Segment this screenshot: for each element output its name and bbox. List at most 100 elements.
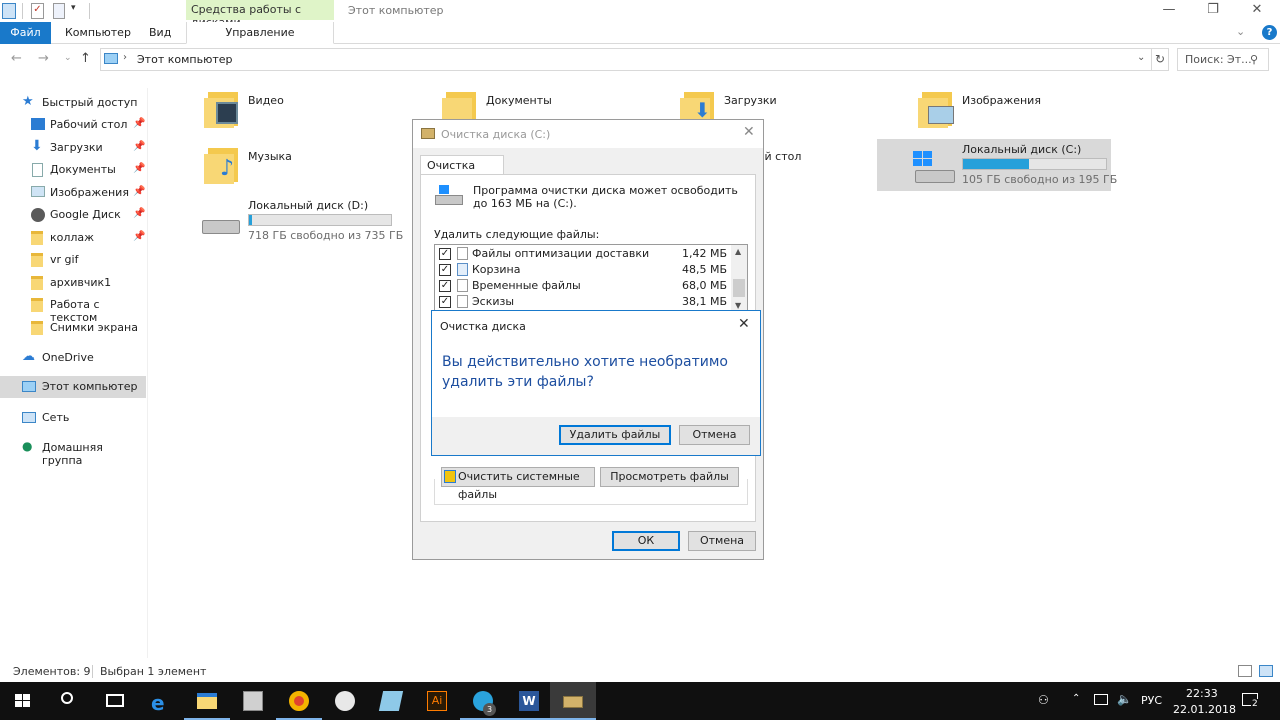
- tab-file[interactable]: Файл: [0, 22, 51, 44]
- address-row: ← → ⌄ ↑ › Этот компьютер ⌄ ↻ Поиск: Эт..…: [0, 45, 1280, 75]
- taskbar-telegram[interactable]: 3: [460, 682, 506, 720]
- pin-icon[interactable]: 📌: [133, 208, 145, 219]
- nav-homegroup[interactable]: ● Домашняя группа: [0, 437, 146, 467]
- taskbar-file-explorer[interactable]: [184, 682, 230, 720]
- tab-manage[interactable]: Управление: [186, 22, 334, 44]
- large-icons-view-icon[interactable]: [1259, 665, 1273, 677]
- nav-screenshots[interactable]: Снимки экрана: [0, 317, 146, 339]
- address-bar[interactable]: › Этот компьютер ⌄: [100, 48, 1152, 71]
- people-icon[interactable]: ⚇: [1038, 693, 1049, 707]
- pin-icon[interactable]: 📌: [133, 186, 145, 197]
- checkbox[interactable]: ✓: [439, 280, 451, 292]
- taskbar-disk-cleanup[interactable]: [550, 682, 596, 720]
- help-icon[interactable]: ?: [1262, 25, 1277, 40]
- taskbar-paint[interactable]: [322, 682, 368, 720]
- breadcrumb[interactable]: Этот компьютер: [137, 53, 233, 66]
- folder-music[interactable]: ♪ Музыка: [204, 144, 384, 188]
- restore-button[interactable]: ❐: [1190, 0, 1236, 22]
- show-hidden-icons[interactable]: ⌃: [1072, 693, 1080, 704]
- forward-icon[interactable]: →: [38, 51, 49, 66]
- cancel-button[interactable]: Отмена: [679, 425, 750, 445]
- refresh-icon[interactable]: ↻: [1151, 48, 1169, 71]
- scroll-up-icon[interactable]: ▲: [735, 247, 741, 256]
- properties-icon[interactable]: ✓: [31, 3, 44, 19]
- details-view-icon[interactable]: [1238, 665, 1252, 677]
- drive-usage-bar: [248, 214, 392, 226]
- recent-locations-icon[interactable]: ⌄: [64, 53, 72, 63]
- file-row[interactable]: ✓ Файлы оптимизации доставки 1,42 МБ: [435, 246, 731, 262]
- nav-network[interactable]: Сеть: [0, 407, 146, 429]
- view-files-button[interactable]: Просмотреть файлы: [600, 467, 739, 487]
- search-button[interactable]: [46, 682, 92, 720]
- customize-qa-icon[interactable]: ▾: [71, 3, 81, 19]
- network-icon[interactable]: [1094, 694, 1108, 705]
- pin-icon[interactable]: 📌: [133, 141, 145, 152]
- pin-icon[interactable]: 📌: [133, 163, 145, 174]
- minimize-button[interactable]: —: [1146, 0, 1192, 22]
- start-button[interactable]: [0, 682, 46, 720]
- ok-button[interactable]: ОК: [612, 531, 680, 551]
- breadcrumb-chevron-icon[interactable]: ›: [123, 52, 127, 63]
- file-icon: [457, 247, 468, 260]
- nav-documents[interactable]: Документы 📌: [0, 159, 146, 181]
- folder-pictures[interactable]: Изображения: [918, 88, 1098, 132]
- close-button[interactable]: ✕: [1234, 0, 1280, 22]
- task-view-button[interactable]: [92, 682, 138, 720]
- nav-desktop[interactable]: Рабочий стол 📌: [0, 114, 146, 136]
- cancel-button[interactable]: Отмена: [688, 531, 756, 551]
- taskbar-app[interactable]: [230, 682, 276, 720]
- address-dropdown-icon[interactable]: ⌄: [1137, 52, 1145, 63]
- close-icon[interactable]: ✕: [738, 316, 750, 332]
- clock-time[interactable]: 22:33: [1186, 687, 1218, 700]
- pin-icon[interactable]: 📌: [133, 231, 145, 242]
- pin-icon[interactable]: 📌: [133, 118, 145, 129]
- scrollbar[interactable]: ▲ ▼: [731, 245, 747, 313]
- scroll-down-icon[interactable]: ▼: [735, 301, 741, 310]
- checkbox[interactable]: ✓: [439, 296, 451, 308]
- up-icon[interactable]: ↑: [80, 51, 91, 66]
- nav-archive[interactable]: архивчик1: [0, 272, 146, 294]
- ribbon-tabs: Файл Компьютер Вид Управление ⌄ ?: [0, 22, 1280, 44]
- volume-icon[interactable]: 🔈: [1117, 692, 1132, 706]
- checkbox[interactable]: ✓: [439, 248, 451, 260]
- scroll-thumb[interactable]: [733, 279, 745, 297]
- nav-collage[interactable]: коллаж 📌: [0, 227, 146, 249]
- taskbar-chrome[interactable]: [276, 682, 322, 720]
- nav-onedrive[interactable]: ☁ OneDrive: [0, 347, 146, 369]
- taskbar-notes[interactable]: [368, 682, 414, 720]
- input-language[interactable]: РУС: [1141, 694, 1162, 707]
- files-list[interactable]: ✓ Файлы оптимизации доставки 1,42 МБ ✓ К…: [434, 244, 748, 314]
- file-row[interactable]: ✓ Эскизы 38,1 МБ: [435, 294, 731, 310]
- folder-video[interactable]: Видео: [204, 88, 384, 132]
- nav-pictures[interactable]: Изображения 📌: [0, 182, 146, 204]
- selection-count: Выбран 1 элемент: [100, 665, 207, 678]
- tab-view[interactable]: Вид: [149, 22, 171, 44]
- back-icon[interactable]: ←: [11, 51, 22, 66]
- taskbar-word[interactable]: W: [506, 682, 552, 720]
- drive-d[interactable]: Локальный диск (D:) 718 ГБ свободно из 7…: [198, 196, 403, 244]
- nav-this-pc[interactable]: Этот компьютер: [0, 376, 146, 398]
- nav-quick-access[interactable]: ★ Быстрый доступ: [0, 92, 146, 114]
- close-icon[interactable]: ✕: [743, 124, 755, 140]
- expand-ribbon-icon[interactable]: ⌄: [1236, 25, 1245, 38]
- task-view-icon: [106, 694, 124, 707]
- nav-text-work[interactable]: Работа с текстом: [0, 294, 146, 324]
- drive-c[interactable]: Локальный диск (C:) 105 ГБ свободно из 1…: [877, 139, 1117, 191]
- checkbox[interactable]: ✓: [439, 264, 451, 276]
- clock-date[interactable]: 22.01.2018: [1173, 703, 1236, 716]
- nav-vr-gif[interactable]: vr gif: [0, 249, 146, 271]
- nav-label: Документы: [50, 163, 116, 176]
- file-row[interactable]: ✓ Корзина 48,5 МБ: [435, 262, 731, 278]
- tab-computer[interactable]: Компьютер: [65, 22, 131, 44]
- delete-files-button[interactable]: Удалить файлы: [559, 425, 671, 445]
- nav-google-drive[interactable]: Google Диск 📌: [0, 204, 146, 226]
- taskbar-edge[interactable]: e: [138, 682, 184, 720]
- clean-system-files-button[interactable]: Очистить системные файлы: [441, 467, 595, 501]
- new-folder-icon[interactable]: [53, 3, 65, 19]
- search-icon[interactable]: ⚲: [1250, 53, 1258, 66]
- drive-free-space: 718 ГБ свободно из 735 ГБ: [248, 229, 404, 242]
- nav-downloads[interactable]: ⬇ Загрузки 📌: [0, 137, 146, 159]
- taskbar-illustrator[interactable]: Ai: [414, 682, 460, 720]
- tab-disk-cleanup[interactable]: Очистка диска: [420, 155, 504, 185]
- file-row[interactable]: ✓ Временные файлы 68,0 МБ: [435, 278, 731, 294]
